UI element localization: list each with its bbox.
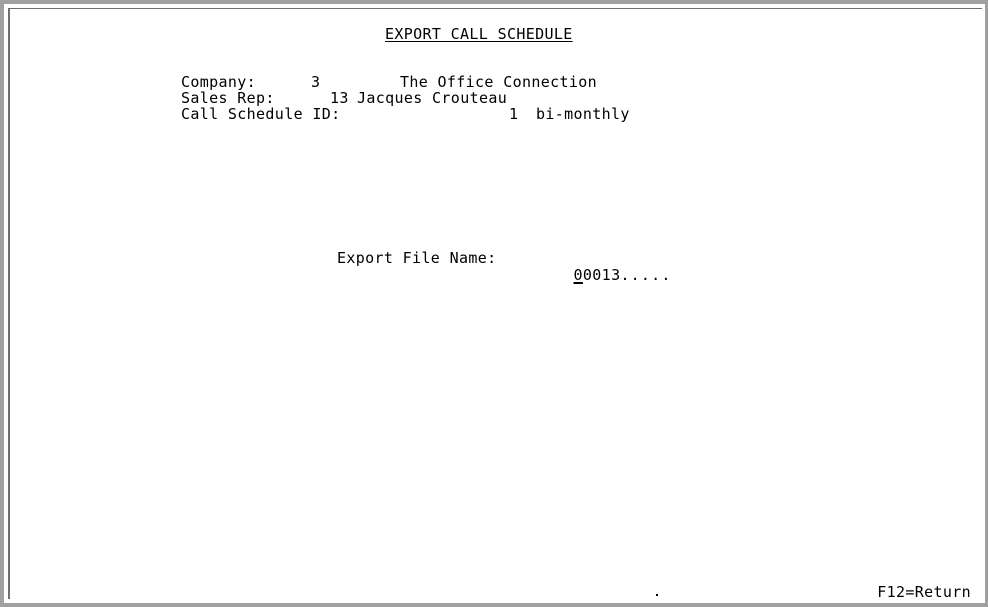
export-file-value: 0013 (582, 266, 621, 284)
sales-rep-name: Jacques Crouteau (357, 89, 508, 107)
f12-return-key[interactable]: F12=Return (877, 584, 971, 601)
company-number: 3 (311, 73, 321, 91)
call-schedule-label: Call Schedule ID: (181, 105, 341, 123)
input-fill-dots: ..... (620, 266, 672, 284)
export-file-name-input[interactable]: 00013..... (536, 250, 672, 301)
input-cursor: 0 (573, 266, 583, 284)
call-schedule-description: bi-monthly (536, 105, 630, 123)
screen-title: EXPORT CALL SCHEDULE (385, 25, 573, 43)
stray-dot (656, 594, 658, 596)
terminal-window: EXPORT CALL SCHEDULE Company: 3 The Offi… (0, 0, 988, 607)
export-file-label: Export File Name: (337, 249, 497, 267)
call-schedule-number: 1 (509, 105, 519, 123)
